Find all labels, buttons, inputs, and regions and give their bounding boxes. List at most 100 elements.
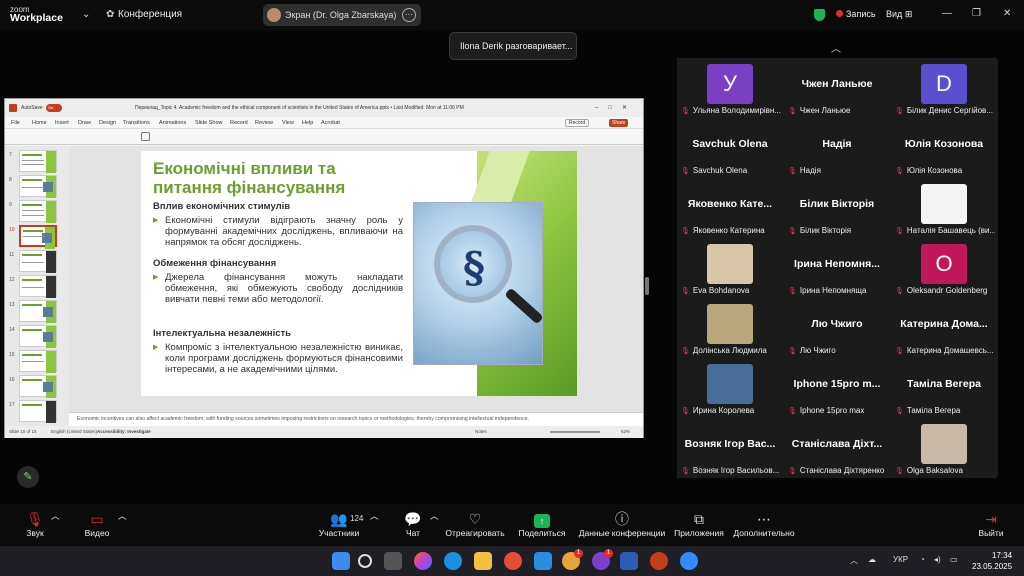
leave-button[interactable]: ⇥ Выйти [956, 510, 1024, 538]
tab-design[interactable]: Design [99, 120, 116, 126]
meeting-info-button[interactable]: ⓘ Данные конференции [572, 510, 672, 538]
ppt-record-button[interactable]: Record [565, 119, 590, 127]
more-icon[interactable]: ··· [402, 8, 416, 22]
restore-icon[interactable]: ❐ [972, 8, 981, 19]
zoom-slider[interactable] [550, 431, 600, 433]
more-button[interactable]: ⋯ Дополнительно [724, 510, 804, 538]
windows-start-icon[interactable] [332, 552, 350, 570]
store-icon[interactable] [534, 552, 552, 570]
chrome-profile-icon[interactable]: 1 [562, 549, 583, 570]
participant-tile[interactable]: Білик Вікторія 🎙 Білик Вікторія [784, 178, 890, 238]
volume-icon[interactable]: ◂) [934, 555, 941, 564]
chrome-alt-icon[interactable] [650, 552, 668, 570]
share-button[interactable]: ↑ Поделиться [507, 510, 577, 538]
view-button[interactable]: Вид ⊞ [886, 9, 912, 20]
ppt-share-button[interactable]: Share [609, 119, 629, 127]
participant-tile[interactable]: Яковенко Кате... 🎙 Яковенко Катерина [677, 178, 783, 238]
participant-tile[interactable]: 🎙 Долінська Людмила [677, 298, 783, 358]
slide-thumbnail[interactable] [19, 375, 57, 398]
tray-chevron-icon[interactable]: ︿ [850, 555, 858, 566]
search-icon[interactable] [358, 554, 372, 568]
participant-tile[interactable]: Юлія Козонова 🎙 Юлія Козонова [891, 118, 997, 178]
screen-share-pill[interactable]: Экран (Dr. Olga Zbarskaya) ··· [263, 4, 421, 26]
participant-tile[interactable]: Надія 🎙 Надія [784, 118, 890, 178]
ppt-window-controls[interactable]: –□✕ [595, 104, 637, 111]
wifi-icon[interactable]: ◔ [920, 555, 925, 564]
autosave-toggle[interactable]: On [46, 104, 62, 112]
participant-tile[interactable]: 🎙 Ирина Королева [677, 358, 783, 418]
participant-tile[interactable]: Лю Чжиго 🎙 Лю Чжиго [784, 298, 890, 358]
chat-chevron-icon[interactable]: ︿ [430, 510, 439, 522]
close-icon[interactable]: ✕ [1003, 8, 1011, 19]
accessibility-status[interactable]: Accessibility: Investigate [97, 426, 151, 438]
ribbon-toggle-icon[interactable] [141, 132, 150, 141]
record-indicator[interactable]: Запись [836, 9, 876, 19]
react-button[interactable]: ♡ Отреагировать [440, 510, 510, 538]
audio-options-chevron-icon[interactable]: ︿ [51, 510, 60, 522]
file-explorer-icon[interactable] [474, 552, 492, 570]
battery-icon[interactable]: ▭ [950, 555, 958, 564]
tab-transitions[interactable]: Transitions [123, 120, 150, 126]
tab-review[interactable]: Review [255, 120, 273, 126]
cloud-icon[interactable]: ☁ [868, 555, 876, 564]
language-indicator[interactable]: УКР [893, 555, 908, 564]
speaker-notes[interactable]: Economic incentives can also affect acad… [69, 412, 643, 426]
notes-toggle[interactable]: Notes [475, 426, 487, 438]
minimize-icon[interactable]: — [942, 8, 952, 19]
participant-tile[interactable]: Ірина Непомня... 🎙 Ірина Непомнящa [784, 238, 890, 298]
chevron-down-icon[interactable]: ⌄ [82, 9, 90, 20]
slide-thumbnail[interactable] [19, 200, 57, 223]
slide-thumbnail[interactable] [19, 325, 57, 348]
annotate-pen-icon[interactable]: ✎ [17, 466, 39, 488]
tab-animations[interactable]: Animations [159, 120, 186, 126]
zoom-level[interactable]: 62% [621, 426, 630, 438]
tab-file[interactable]: File [11, 120, 20, 126]
current-slide[interactable]: § Економічні впливи та питання фінансуван… [141, 151, 577, 396]
tab-view[interactable]: View [282, 120, 294, 126]
tab-insert[interactable]: Insert [55, 120, 69, 126]
copilot-icon[interactable] [414, 552, 432, 570]
tab-help[interactable]: Help [302, 120, 313, 126]
system-clock[interactable]: 17:34 23.05.2025 [972, 550, 1012, 572]
participants-button[interactable]: 👥 Участники [304, 510, 374, 538]
tab-home[interactable]: Home [32, 120, 47, 126]
participant-tile[interactable]: Таміла Вегера 🎙 Таміла Вегера [891, 358, 997, 418]
zoom-app-icon[interactable] [680, 552, 698, 570]
tab-slide-show[interactable]: Slide Show [195, 120, 223, 126]
participant-tile[interactable]: Станіслава Діхт... 🎙 Станіслава Діхтяренко [784, 418, 890, 478]
meeting-menu[interactable]: ✿ Конференция [106, 9, 182, 20]
participant-tile[interactable]: Savchuk Olena 🎙 Savchuk Olena [677, 118, 783, 178]
participant-tile[interactable]: 🎙 Eva Bohdanova [677, 238, 783, 298]
participant-tile[interactable]: Iphone 15pro m... 🎙 Iphone 15pro max [784, 358, 890, 418]
participant-tile[interactable]: Возняк Ігор Вас... 🎙 Возняк Ігор Васильов.… [677, 418, 783, 478]
security-shield-icon[interactable] [814, 9, 825, 21]
slide-thumbnail[interactable] [19, 150, 57, 173]
slide-thumbnail-selected[interactable] [19, 225, 57, 249]
slide-thumbnail[interactable] [19, 400, 57, 423]
slide-thumbnail[interactable] [19, 175, 57, 198]
chrome-icon[interactable] [504, 552, 522, 570]
viber-icon[interactable]: 1 [592, 549, 613, 570]
slide-thumbnail[interactable] [19, 350, 57, 373]
tab-record[interactable]: Record [230, 120, 248, 126]
slide-thumbnail[interactable] [19, 250, 57, 273]
split-handle[interactable] [645, 277, 649, 295]
participant-tile[interactable]: Чжен Ланьюе 🎙 Чжен Ланьюе [784, 58, 890, 118]
participant-tile[interactable]: D 🎙 Білик Денис Сергійов... [891, 58, 997, 118]
participants-chevron-icon[interactable]: ︿ [370, 510, 379, 522]
video-options-chevron-icon[interactable]: ︿ [118, 510, 127, 522]
task-view-icon[interactable] [384, 552, 402, 570]
word-icon[interactable] [620, 552, 638, 570]
slide-thumbnail[interactable] [19, 300, 57, 323]
language-status[interactable]: English (United States) [51, 426, 97, 438]
participant-tile[interactable]: 🎙 Наталія Башавець (ви... [891, 178, 997, 238]
chevron-up-icon[interactable]: ︿ [831, 40, 841, 55]
edge-icon[interactable] [444, 552, 462, 570]
slide-thumbnail[interactable] [19, 275, 57, 298]
participant-tile[interactable]: Катерина Дома... 🎙 Катерина Домашевсь... [891, 298, 997, 358]
participant-tile[interactable]: 🎙 Olga Baksalova [891, 418, 997, 478]
tab-acrobat[interactable]: Acrobat [321, 120, 340, 126]
participant-tile[interactable]: O 🎙 Oleksandr Goldenberg [891, 238, 997, 298]
tab-draw[interactable]: Draw [78, 120, 91, 126]
participant-tile[interactable]: У 🎙 Ульяна Володимирівн... [677, 58, 783, 118]
